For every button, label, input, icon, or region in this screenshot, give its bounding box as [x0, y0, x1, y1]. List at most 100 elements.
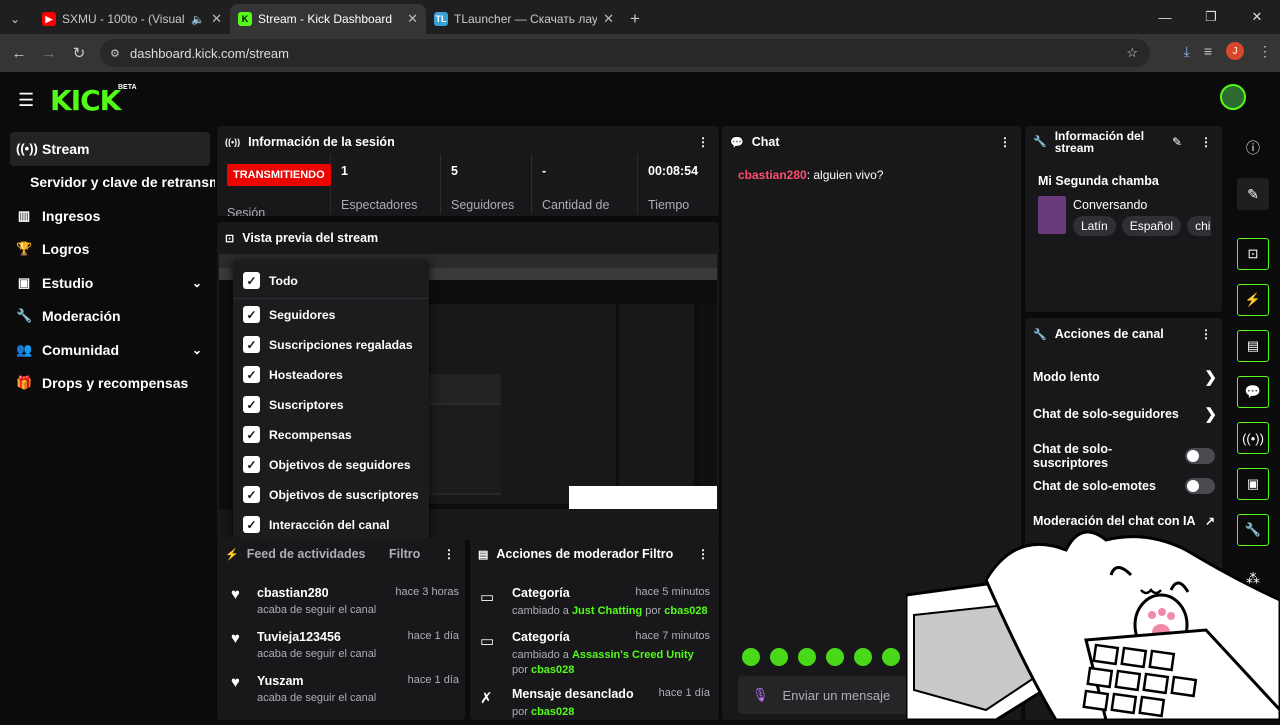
emote-icon[interactable]: [770, 648, 788, 666]
sidebar-item-stream[interactable]: ((•)) Stream: [10, 132, 210, 166]
checkbox-checked-icon[interactable]: ✓: [243, 486, 260, 503]
close-tab-icon[interactable]: ✕: [407, 11, 418, 27]
browser-menu-icon[interactable]: ⋮: [1258, 43, 1272, 60]
checkbox-checked-icon[interactable]: ✓: [243, 456, 260, 473]
browser-tab-youtube[interactable]: ▶ SXMU - 100to - (Visualizer) 🔈 ✕: [34, 4, 230, 34]
slow-mode-row[interactable]: Modo lento ❯: [1033, 368, 1217, 386]
filter-option-gifted-subs[interactable]: ✓ Suscripciones regaladas: [243, 336, 413, 353]
browser-tab-tlauncher[interactable]: TL TLauncher — Скачать лаунчер ✕: [426, 4, 622, 34]
filter-option-all[interactable]: ✓ Todo: [243, 272, 298, 289]
edit-icon[interactable]: ✎: [1237, 178, 1269, 210]
user-avatar[interactable]: [1220, 84, 1246, 110]
edit-pencil-icon[interactable]: ✎: [1172, 135, 1182, 149]
feed-username[interactable]: Tuvieja123456: [257, 630, 341, 644]
checkbox-checked-icon[interactable]: ✓: [243, 366, 260, 383]
emote-icon[interactable]: [882, 648, 900, 666]
reload-icon[interactable]: ↻: [64, 44, 94, 62]
new-tab-button[interactable]: +: [622, 4, 652, 34]
sidebar-item-stream-key[interactable]: Servidor y clave de retransmisión: [10, 166, 215, 200]
broadcast-icon[interactable]: ((•)): [1237, 422, 1269, 454]
filter-option-subscribers[interactable]: ✓ Suscriptores: [243, 396, 344, 413]
checkbox-checked-icon[interactable]: ✓: [243, 336, 260, 353]
document-icon[interactable]: ▤: [1237, 330, 1269, 362]
subscribers-only-toggle[interactable]: [1185, 448, 1215, 464]
studio-icon[interactable]: ▣: [1237, 468, 1269, 500]
more-options-icon[interactable]: ⋮: [697, 547, 709, 561]
filter-option-hosts[interactable]: ✓ Hosteadores: [243, 366, 343, 383]
filter-label: Interacción del canal: [269, 517, 390, 532]
activity-feed-panel: ⚡ Feed de actividades Filtro ⋮ ♥ cbastian…: [217, 538, 465, 720]
sidebar-item-drops[interactable]: 🎁 Drops y recompensas: [10, 367, 210, 401]
chat-message-input[interactable]: 🎙 Enviar un mensaje: [738, 676, 914, 714]
tag-chip[interactable]: Español: [1121, 216, 1182, 236]
emotes-only-toggle[interactable]: [1185, 478, 1215, 494]
forward-icon[interactable]: →: [34, 45, 64, 62]
url-field[interactable]: ⚙ dashboard.kick.com/stream ☆: [100, 39, 1150, 67]
category-thumbnail[interactable]: [1038, 196, 1066, 234]
checkbox-checked-icon[interactable]: ✓: [243, 306, 260, 323]
chat-bubble-icon[interactable]: 💬: [1237, 376, 1269, 408]
filter-option-follower-goals[interactable]: ✓ Objetivos de seguidores: [243, 456, 411, 473]
tag-chip[interactable]: chil: [1187, 216, 1211, 236]
info-icon[interactable]: ⓘ: [1237, 132, 1269, 164]
more-options-icon[interactable]: ⋮: [1200, 135, 1212, 149]
feed-username[interactable]: Yuszam: [257, 674, 304, 688]
filter-option-channel-interaction[interactable]: ✓ Interacción del canal: [243, 516, 390, 533]
feed-username[interactable]: cbastian280: [257, 586, 329, 600]
minimize-icon[interactable]: —: [1142, 10, 1188, 25]
tab-search-button[interactable]: ⌄: [0, 4, 34, 34]
feed-time: hace 3 horas: [395, 586, 459, 598]
site-info-icon[interactable]: ⚙: [110, 47, 120, 60]
kick-logo[interactable]: KICK: [50, 84, 121, 117]
preview-toggle-icon[interactable]: ⊡: [1237, 238, 1269, 270]
more-options-icon[interactable]: ⋮: [697, 135, 709, 149]
filter-option-sub-goals[interactable]: ✓ Objetivos de suscriptores: [243, 486, 419, 503]
hamburger-menu-icon[interactable]: ☰: [18, 90, 34, 111]
back-icon[interactable]: ←: [4, 45, 34, 62]
mod-filter-button[interactable]: Filtro: [642, 547, 673, 561]
checkbox-checked-icon[interactable]: ✓: [243, 516, 260, 533]
media-control-icon[interactable]: ≡: [1204, 43, 1212, 59]
more-options-icon[interactable]: ⋮: [443, 547, 455, 561]
feed-item: ♥ Yuszam hace 1 día acaba de seguir el c…: [227, 670, 459, 714]
browser-tab-kick[interactable]: K Stream - Kick Dashboard ✕: [230, 4, 426, 34]
close-tab-icon[interactable]: ✕: [211, 11, 222, 27]
tag-chip[interactable]: Latín: [1073, 216, 1116, 236]
filter-label: Hosteadores: [269, 367, 343, 382]
filter-option-rewards[interactable]: ✓ Recompensas: [243, 426, 352, 443]
filter-option-followers[interactable]: ✓ Seguidores: [243, 306, 335, 323]
sidebar-item-community[interactable]: 👥 Comunidad ⌄: [10, 333, 210, 367]
profile-avatar[interactable]: J: [1226, 42, 1244, 60]
followers-only-row[interactable]: Chat de solo-seguidores ❯: [1033, 405, 1217, 423]
filter-label: Recompensas: [269, 427, 352, 442]
emote-bar: [742, 648, 900, 666]
chat-message-text: : alguien vivo?: [806, 168, 884, 182]
sidebar-item-studio[interactable]: ▣ Estudio ⌄: [10, 266, 210, 300]
more-options-icon[interactable]: ⋮: [1200, 327, 1212, 341]
lightning-icon[interactable]: ⚡: [1237, 284, 1269, 316]
bookmark-star-icon[interactable]: ☆: [1126, 45, 1138, 61]
emote-icon[interactable]: [854, 648, 872, 666]
heart-icon: ♥: [231, 630, 240, 647]
more-options-icon[interactable]: ⋮: [999, 135, 1011, 149]
close-tab-icon[interactable]: ✕: [603, 11, 614, 27]
sidebar-item-revenue[interactable]: ▥ Ingresos: [10, 199, 210, 233]
restore-icon[interactable]: ❐: [1188, 9, 1234, 25]
chat-username[interactable]: cbastian280: [738, 168, 807, 182]
download-icon[interactable]: ⤓: [1184, 43, 1190, 60]
checkbox-checked-icon[interactable]: ✓: [243, 272, 260, 289]
speaker-icon[interactable]: 🔈: [191, 13, 205, 26]
microphone-icon[interactable]: 🎙: [752, 687, 769, 703]
filter-label: Objetivos de seguidores: [269, 457, 411, 472]
checkbox-checked-icon[interactable]: ✓: [243, 396, 260, 413]
emote-icon[interactable]: [826, 648, 844, 666]
checkbox-checked-icon[interactable]: ✓: [243, 426, 260, 443]
sidebar-item-achievements[interactable]: 🏆 Logros: [10, 233, 210, 267]
emote-icon[interactable]: [798, 648, 816, 666]
emote-icon[interactable]: [742, 648, 760, 666]
category-icon: ▭: [480, 589, 495, 606]
close-window-icon[interactable]: ✕: [1234, 9, 1280, 25]
stream-category[interactable]: Conversando: [1073, 198, 1147, 212]
sidebar-item-moderation[interactable]: 🔧 Moderación: [10, 300, 210, 334]
feed-filter-button[interactable]: Filtro: [389, 547, 420, 561]
